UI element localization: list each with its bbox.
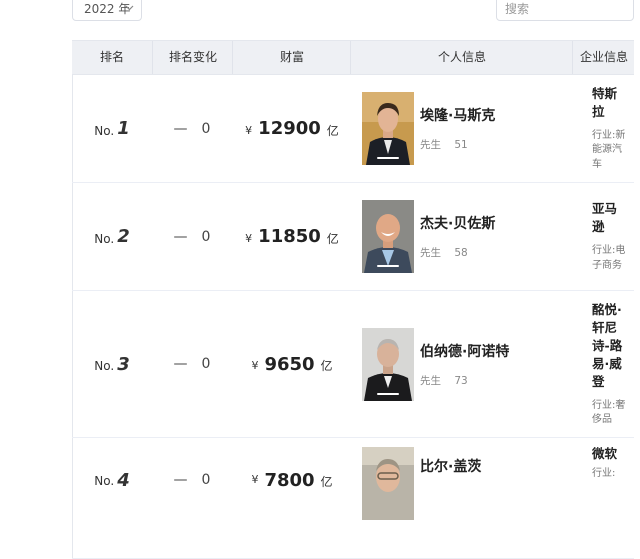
person-title: 先生 [420,139,441,151]
rank-change-cell: — 0 [152,183,232,290]
wealth-cell: ¥ 12900 亿 [232,75,352,182]
avatar[interactable] [362,92,414,165]
industry-label: 行业: [592,129,616,141]
person-name[interactable]: 埃隆·马斯克 [420,105,495,125]
company-info-cell: 亚马逊 行业:电子商务 [592,183,632,290]
rank-change-cell: — 0 [152,438,232,558]
company-name[interactable]: 微软 [592,445,628,463]
rank-number: 3 [117,353,130,375]
wealth-cell: ¥ 7800 亿 [232,438,352,558]
wealth-unit: 亿 [320,475,333,489]
no-change-icon: — [173,120,188,137]
rank-number: 2 [117,226,130,247]
company-info-cell: 微软 行业: [592,438,632,558]
header-company-info[interactable]: 企业信息 [572,41,635,74]
industry-label: 行业: [592,245,616,256]
search-input[interactable]: 搜索 [496,0,634,21]
wealth-cell: ¥ 11850 亿 [232,183,352,290]
person-info-cell: 埃隆·马斯克 先生 51 [362,75,572,182]
table-row[interactable]: No. 2 — 0 ¥ 11850 亿 杰夫·贝佐斯 先生 58 亚马逊 行业:… [72,183,634,291]
person-title: 先生 [420,374,441,387]
year-select-value: 2022 年 [84,2,131,16]
wealth-unit: 亿 [326,231,339,246]
wealth-value: 11850 [258,226,321,247]
company-info-cell: 酩悦·轩尼诗-路易·威登 行业:奢侈品 [592,291,632,437]
year-select[interactable]: 2022 年 [72,0,142,21]
no-change-icon: — [173,228,188,245]
wealth-value: 9650 [264,353,315,375]
header-wealth[interactable]: 财富 [232,41,351,74]
avatar[interactable] [362,447,414,520]
wealth-unit: 亿 [320,359,333,373]
currency-symbol: ¥ [251,473,259,486]
rank-cell: No. 1 [72,75,152,182]
rank-change-cell: — 0 [152,75,232,182]
rank-change-cell: — 0 [152,291,232,437]
table-row[interactable]: No. 3 — 0 ¥ 9650 亿 伯纳德·阿诺特 先生 73 酩悦·轩尼诗-… [72,291,634,438]
chevron-down-icon [125,5,134,11]
person-info-cell: 比尔·盖茨 [362,438,572,558]
header-rank[interactable]: 排名 [72,41,152,74]
table-row[interactable]: No. 4 — 0 ¥ 7800 亿 比尔·盖茨 微软 行业: [72,438,634,559]
rank-cell: No. 2 [72,183,152,290]
currency-symbol: ¥ [245,231,253,245]
person-age: 73 [454,374,468,387]
header-person-info[interactable]: 个人信息 [350,41,573,74]
rank-change-value: 0 [201,356,211,372]
company-name[interactable]: 亚马逊 [592,200,628,236]
no-change-icon: — [173,472,188,488]
company-name[interactable]: 酩悦·轩尼诗-路易·威登 [592,301,628,391]
avatar[interactable] [362,327,414,401]
industry-label: 行业: [592,399,616,411]
search-placeholder: 搜索 [505,2,530,16]
rank-prefix: No. [94,474,115,488]
rank-prefix: No. [94,231,115,246]
industry-label: 行业: [592,468,616,479]
wealth-unit: 亿 [326,123,339,138]
rank-change-value: 0 [201,472,211,488]
billionaire-ranking-table: 排名 排名变化 财富 个人信息 企业信息 No. 1 — 0 ¥ 12900 亿 [72,40,634,559]
table-header: 排名 排名变化 财富 个人信息 企业信息 [72,40,634,75]
currency-symbol: ¥ [245,123,253,137]
company-name[interactable]: 特斯拉 [592,85,628,121]
rank-number: 1 [117,118,130,139]
person-info-cell: 伯纳德·阿诺特 先生 73 [362,291,572,437]
rank-prefix: No. [94,123,115,138]
person-name[interactable]: 比尔·盖茨 [420,456,481,476]
company-info-cell: 特斯拉 行业:新能源汽车 [592,75,632,182]
person-age: 58 [454,247,468,259]
person-info-cell: 杰夫·贝佐斯 先生 58 [362,183,572,290]
wealth-value: 12900 [258,118,321,139]
person-name[interactable]: 伯纳德·阿诺特 [420,341,509,361]
header-rank-change[interactable]: 排名变化 [152,41,233,74]
person-age: 51 [454,139,468,151]
wealth-cell: ¥ 9650 亿 [232,291,352,437]
currency-symbol: ¥ [251,359,259,372]
no-change-icon: — [173,356,188,372]
table-row[interactable]: No. 1 — 0 ¥ 12900 亿 埃隆·马斯克 先生 51 特斯拉 行业:… [72,75,634,183]
rank-change-value: 0 [201,228,211,245]
person-name[interactable]: 杰夫·贝佐斯 [420,213,495,233]
rank-cell: No. 4 [72,438,152,558]
avatar[interactable] [362,200,414,273]
person-title: 先生 [420,247,441,259]
rank-change-value: 0 [201,120,211,137]
rank-prefix: No. [94,359,115,373]
rank-cell: No. 3 [72,291,152,437]
